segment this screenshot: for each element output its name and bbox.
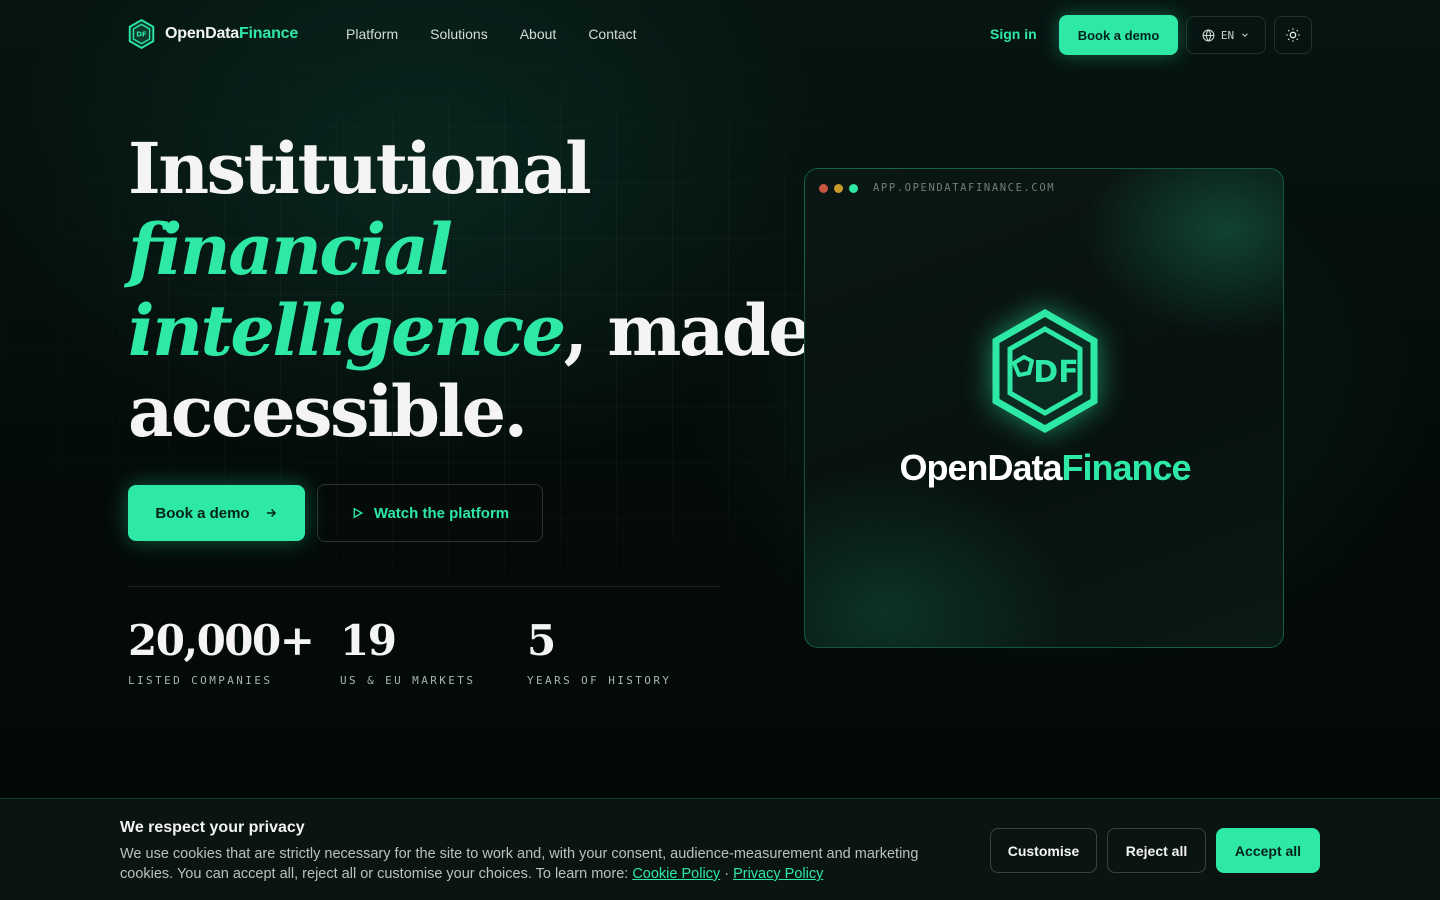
privacy-policy-link[interactable]: Privacy Policy (733, 866, 823, 882)
window-dot-green (849, 184, 858, 193)
headline-accent-financial: financial (128, 208, 453, 291)
language-code: EN (1220, 28, 1235, 42)
brand-name: OpenDataFinance (165, 25, 298, 43)
book-demo-button-header[interactable]: Book a demo (1059, 15, 1178, 55)
arrow-right-icon (266, 508, 276, 518)
stat-value: 5 (527, 616, 556, 665)
book-demo-label: Book a demo (155, 504, 250, 522)
headline-line-4: accessible. (128, 370, 528, 453)
theme-toggle-button[interactable] (1274, 16, 1312, 54)
app-preview-window: APP.OPENDATAFINANCE.COM DF OpenDataFinan… (804, 168, 1284, 648)
headline-accent-intelligence: intelligence (128, 289, 566, 372)
stat-value: 20,000+ (128, 616, 315, 665)
reject-all-button[interactable]: Reject all (1107, 828, 1206, 873)
headline-line-3: intelligence, made (128, 289, 813, 372)
cookie-policy-link[interactable]: Cookie Policy (632, 866, 720, 882)
stat-label: YEARS OF HISTORY (527, 674, 672, 687)
stats-divider (128, 586, 720, 587)
stat-label: LISTED COMPANIES (128, 674, 273, 687)
nav-link-solutions[interactable]: Solutions (430, 26, 488, 42)
cookie-description: We use cookies that are strictly necessa… (120, 844, 960, 884)
nav-link-platform[interactable]: Platform (346, 26, 398, 42)
cookie-consent-banner: We respect your privacy We use cookies t… (0, 798, 1440, 900)
brand-name-part2: Finance (238, 25, 299, 42)
preview-url: APP.OPENDATAFINANCE.COM (873, 182, 1056, 194)
window-dot-yellow (834, 184, 843, 193)
watch-platform-label: Watch the platform (373, 504, 510, 522)
customise-button[interactable]: Customise (990, 828, 1097, 873)
nav-links: Platform Solutions About Contact (346, 26, 669, 42)
top-navigation: DF OpenDataFinance Platform Solutions Ab… (0, 0, 1440, 70)
watch-platform-button[interactable]: Watch the platform (317, 484, 543, 542)
svg-text:DF: DF (136, 31, 147, 39)
headline-line-1: Institutional (128, 127, 592, 210)
sun-icon (1286, 28, 1300, 42)
preview-brand-part2: Finance (1061, 447, 1192, 488)
odf-hexagon-logo-large: DF (992, 309, 1098, 433)
chevron-down-icon (1242, 33, 1248, 37)
play-icon (353, 507, 364, 519)
brand-name-part1: OpenData (165, 25, 239, 42)
stat-label: US & EU MARKETS (340, 674, 476, 687)
preview-brand-part1: OpenData (899, 447, 1062, 488)
sign-in-link[interactable]: Sign in (990, 26, 1037, 42)
book-demo-button-hero[interactable]: Book a demo (128, 485, 305, 541)
hero-headline: Institutional financial intelligence, ma… (128, 127, 813, 453)
stat-markets: 19 US & EU MARKETS (340, 616, 476, 688)
accept-all-button[interactable]: Accept all (1216, 828, 1320, 873)
link-separator: · (724, 866, 730, 882)
nav-link-about[interactable]: About (520, 26, 557, 42)
stat-listed-companies: 20,000+ LISTED COMPANIES (128, 616, 315, 688)
window-controls (819, 184, 858, 193)
nav-link-contact[interactable]: Contact (588, 26, 636, 42)
preview-brand-name: OpenDataFinance (805, 447, 1283, 489)
odf-hexagon-logo: DF (128, 19, 155, 49)
headline-line-3-rest: , made (563, 289, 813, 372)
preview-logo-text: DF (1033, 355, 1078, 390)
cookie-title: We respect your privacy (120, 819, 305, 836)
headline-line-2: financial (128, 209, 810, 290)
language-selector[interactable]: EN (1186, 16, 1266, 54)
window-dot-red (819, 184, 828, 193)
brand-logo-link[interactable]: DF OpenDataFinance (128, 19, 298, 49)
globe-icon (1202, 29, 1215, 42)
stat-years-history: 5 YEARS OF HISTORY (527, 616, 672, 688)
stat-value: 19 (340, 616, 397, 665)
